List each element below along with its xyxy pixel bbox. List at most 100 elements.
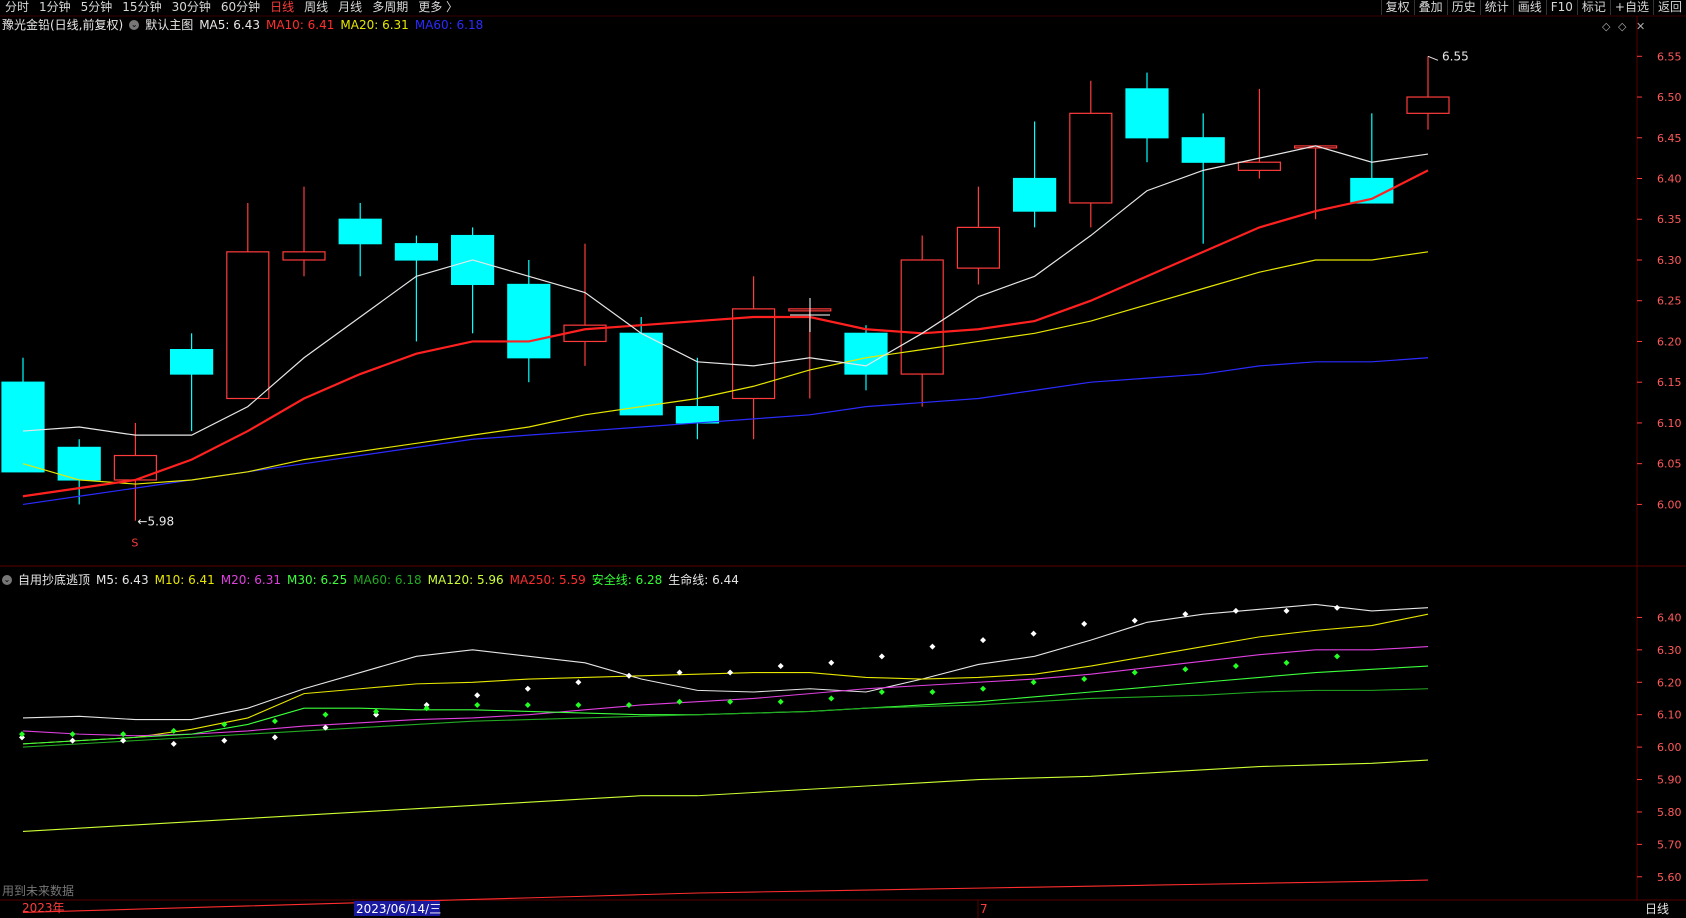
lifeline-dot (221, 737, 228, 744)
month-mark: 7 (980, 902, 988, 916)
safety-dot (271, 718, 278, 725)
y-tick-label: 6.40 (1657, 173, 1682, 186)
safety-dot (322, 711, 329, 718)
lifeline-dot (1030, 630, 1037, 637)
y-tick-label: 6.20 (1657, 335, 1682, 348)
lifeline-dot (69, 737, 76, 744)
candle-body (731, 308, 776, 400)
safety-dot (69, 731, 76, 738)
lifeline-dot (524, 685, 531, 692)
candle-body (1237, 161, 1282, 171)
y-tick-label: 6.10 (1657, 417, 1682, 430)
lifeline-dot (777, 663, 784, 670)
high-price-pointer (1427, 55, 1439, 61)
lifeline-dot (625, 672, 632, 679)
sub-y-tick-label: 5.60 (1657, 871, 1682, 884)
safety-dot (878, 688, 885, 695)
candle-body (1069, 112, 1113, 204)
safety-dot (120, 731, 127, 738)
sub-y-tick-label: 5.90 (1657, 774, 1682, 787)
signal-marker: S (131, 537, 138, 550)
safety-dot (676, 698, 683, 705)
lifeline-dot (878, 653, 885, 660)
lifeline-dot (1131, 617, 1138, 624)
lifeline-dot (474, 692, 481, 699)
safety-dot (1131, 669, 1138, 676)
safety-dot (828, 695, 835, 702)
lifeline-dot (1334, 604, 1341, 611)
sub-series-line (22, 688, 1429, 748)
high-price-annotation: 6.55 (1442, 49, 1469, 63)
safety-dot (1030, 679, 1037, 686)
safety-dot (524, 701, 531, 708)
lifeline-dot (170, 740, 177, 747)
candle-body (507, 283, 551, 359)
candle-body (338, 218, 382, 245)
safety-dot (19, 731, 25, 738)
safety-dot (474, 701, 481, 708)
safety-dot (1334, 653, 1341, 660)
candle-body (1125, 88, 1169, 139)
y-tick-label: 6.05 (1657, 458, 1682, 471)
y-tick-label: 6.55 (1657, 50, 1682, 63)
year-label: 2023年 (22, 901, 65, 915)
sub-series-line (22, 759, 1429, 832)
candle-body (844, 332, 888, 375)
low-price-annotation: ←5.98 (137, 515, 174, 529)
sub-y-tick-label: 6.00 (1657, 741, 1682, 754)
lifeline-dot (1232, 607, 1239, 614)
sub-y-tick-label: 6.10 (1657, 709, 1682, 722)
y-tick-label: 6.25 (1657, 295, 1682, 308)
safety-dot (1283, 659, 1290, 666)
sub-y-tick-label: 6.30 (1657, 644, 1682, 657)
lifeline-dot (828, 659, 835, 666)
safety-dot (1182, 666, 1189, 673)
candle-body (675, 406, 720, 424)
lifeline-dot (1081, 620, 1088, 627)
period-label: 日线 (1645, 902, 1669, 916)
y-tick-label: 6.50 (1657, 91, 1682, 104)
y-tick-label: 6.45 (1657, 132, 1682, 145)
candle-body (170, 349, 214, 375)
sub-series-line (22, 879, 1429, 914)
candle-body (113, 454, 158, 481)
sub-series-line (22, 613, 1429, 745)
safety-dot (1081, 676, 1088, 683)
sub-y-tick-label: 5.80 (1657, 806, 1682, 819)
safety-dot (980, 685, 987, 692)
candle-body (282, 251, 326, 261)
lifeline-dot (575, 679, 582, 686)
candle-body (226, 251, 270, 400)
candle-body (394, 243, 438, 261)
lifeline-dot (727, 669, 734, 676)
date-cursor-label: 2023/06/14/三 (356, 902, 441, 916)
candle-body (1012, 177, 1057, 212)
sub-y-tick-label: 6.40 (1657, 611, 1682, 624)
safety-dot (929, 688, 936, 695)
lifeline-dot (929, 643, 936, 650)
candle-body (619, 332, 663, 416)
candle-body (1406, 96, 1450, 114)
future-data-note: 用到未来数据 (2, 883, 74, 898)
lifeline-dot (980, 637, 987, 644)
sub-series-line (22, 603, 1429, 721)
candle-body (1181, 137, 1225, 163)
candle-body (900, 259, 944, 375)
safety-dot (170, 727, 177, 734)
kline-chart[interactable]: 6.00 6.05 6.10 6.15 6.20 6.25 6.30 6.35 6.40 6.45… (0, 0, 1686, 918)
safety-dot (575, 701, 582, 708)
y-tick-label: 6.35 (1657, 213, 1682, 226)
candle-body (57, 446, 101, 481)
lifeline-dot (271, 734, 278, 741)
sub-y-tick-label: 6.20 (1657, 676, 1682, 689)
candle-body (956, 226, 1001, 269)
safety-dot (373, 708, 380, 715)
y-tick-label: 6.00 (1657, 498, 1682, 511)
candle-body (1, 381, 45, 473)
safety-dot (625, 701, 632, 708)
sub-y-tick-label: 5.70 (1657, 838, 1682, 851)
lifeline-dot (1283, 607, 1290, 614)
safety-dot (1232, 663, 1239, 670)
y-tick-label: 6.15 (1657, 376, 1682, 389)
y-tick-label: 6.30 (1657, 254, 1682, 267)
